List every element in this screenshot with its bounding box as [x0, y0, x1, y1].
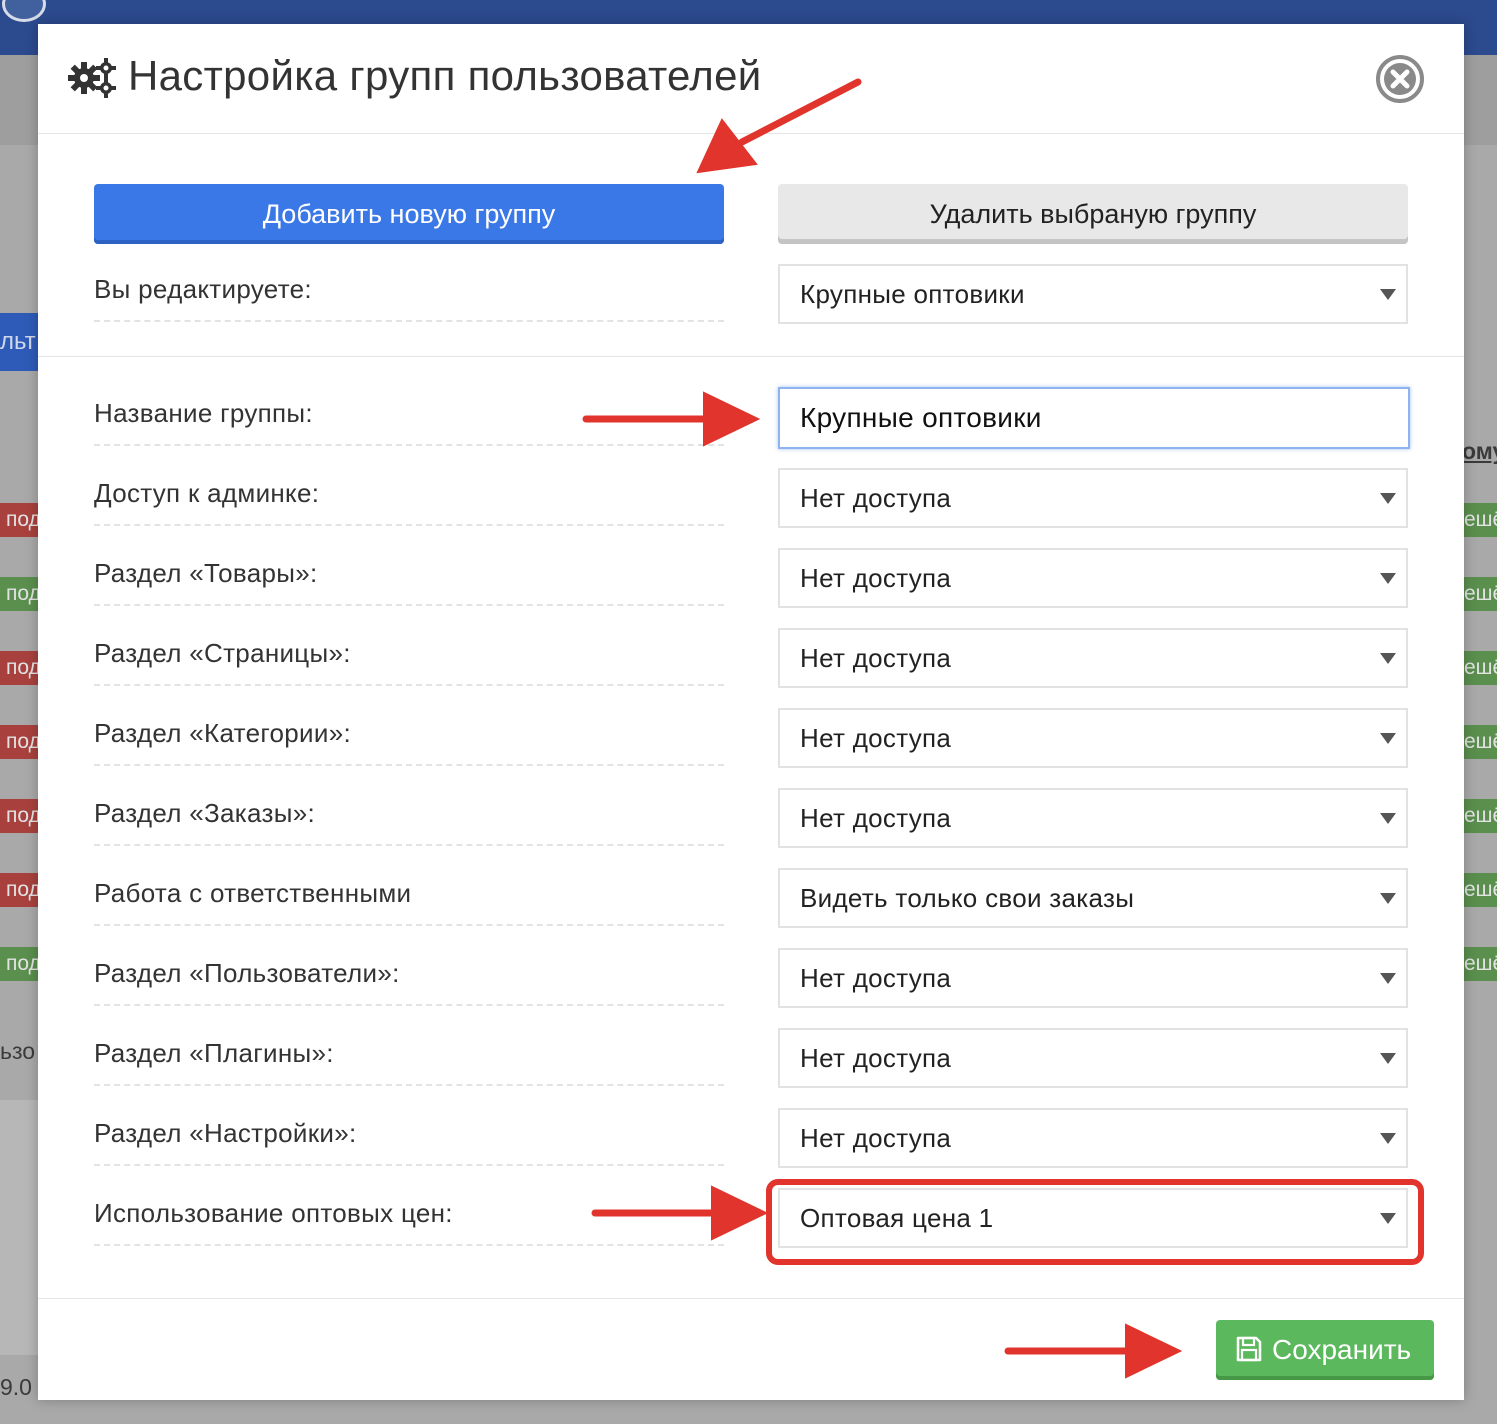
select-value: Нет доступа — [800, 483, 952, 513]
background-tag: подт — [0, 577, 40, 611]
orders-section-label: Раздел «Заказы»: — [94, 790, 724, 846]
background-tag: под — [0, 725, 40, 759]
select-value: Видеть только свои заказы — [800, 883, 1135, 913]
add-group-button[interactable]: Добавить новую группу — [94, 184, 724, 244]
pages-section-select[interactable]: Нет доступа — [778, 628, 1408, 688]
products-section-select[interactable]: Нет доступа — [778, 548, 1408, 608]
responsibles-select[interactable]: Видеть только свои заказы — [778, 868, 1408, 928]
background-left-button: льт — [0, 313, 40, 371]
orders-section-select[interactable]: Нет доступа — [778, 788, 1408, 848]
group-name-label: Название группы: — [94, 390, 724, 446]
background-footer — [0, 1100, 40, 1355]
footer-divider — [38, 1298, 1464, 1299]
chevron-down-icon — [1380, 813, 1396, 824]
wholesale-prices-label: Использование оптовых цен: — [94, 1190, 724, 1246]
save-button-label: Сохранить — [1272, 1334, 1412, 1365]
chevron-down-icon — [1380, 973, 1396, 984]
plugins-section-select[interactable]: Нет доступа — [778, 1028, 1408, 1088]
select-value: Нет доступа — [800, 1123, 952, 1153]
background-tag: ешё — [1460, 577, 1497, 611]
group-name-input[interactable] — [778, 387, 1410, 449]
gears-icon — [68, 58, 116, 98]
editing-label: Вы редактируете: — [94, 266, 724, 322]
chevron-down-icon — [1380, 493, 1396, 504]
section-divider — [38, 356, 1464, 357]
categories-section-label: Раздел «Категории»: — [94, 710, 724, 766]
background-tag: под — [0, 503, 40, 537]
background-tag: ешё — [1460, 503, 1497, 537]
chevron-down-icon — [1380, 733, 1396, 744]
background-column-header: ому — [1462, 438, 1497, 464]
background-tag: под — [0, 799, 40, 833]
background-tag: под — [0, 873, 40, 907]
chevron-down-icon — [1380, 1053, 1396, 1064]
select-value: Нет доступа — [800, 1043, 952, 1073]
editing-group-select[interactable]: Крупные оптовики — [778, 264, 1408, 324]
background-tag: ешё — [1460, 725, 1497, 759]
save-button[interactable]: Сохранить — [1216, 1320, 1434, 1380]
close-icon[interactable] — [1375, 54, 1425, 104]
background-tag: под — [0, 651, 40, 685]
chevron-down-icon — [1380, 1133, 1396, 1144]
floppy-disk-icon — [1236, 1336, 1262, 1362]
chevron-down-icon — [1380, 653, 1396, 664]
chevron-down-icon — [1380, 893, 1396, 904]
select-value: Нет доступа — [800, 803, 952, 833]
annotation-highlight-box — [766, 1179, 1424, 1265]
users-section-select[interactable]: Нет доступа — [778, 948, 1408, 1008]
responsibles-label: Работа с ответственными — [94, 870, 724, 926]
editing-group-value: Крупные оптовики — [800, 279, 1025, 309]
select-value: Нет доступа — [800, 643, 952, 673]
dialog-title: Настройка групп пользователей — [128, 52, 762, 99]
chevron-down-icon — [1380, 289, 1396, 300]
users-section-label: Раздел «Пользователи»: — [94, 950, 724, 1006]
select-value: Нет доступа — [800, 563, 952, 593]
dialog-header: Настройка групп пользователей — [38, 24, 1464, 134]
background-tag: ешё — [1460, 873, 1497, 907]
products-section-label: Раздел «Товары»: — [94, 550, 724, 606]
settings-section-select[interactable]: Нет доступа — [778, 1108, 1408, 1168]
background-tag: ешё — [1460, 651, 1497, 685]
admin-access-select[interactable]: Нет доступа — [778, 468, 1408, 528]
chat-icon — [2, 0, 46, 22]
plugins-section-label: Раздел «Плагины»: — [94, 1030, 724, 1086]
settings-section-label: Раздел «Настройки»: — [94, 1110, 724, 1166]
select-value: Нет доступа — [800, 963, 952, 993]
select-value: Нет доступа — [800, 723, 952, 753]
user-groups-dialog: Настройка групп пользователей Добавить н… — [38, 24, 1464, 1400]
pages-section-label: Раздел «Страницы»: — [94, 630, 724, 686]
background-tag: ешё — [1460, 799, 1497, 833]
delete-group-button[interactable]: Удалить выбраную группу — [778, 184, 1408, 244]
background-tag: ешё — [1460, 947, 1497, 981]
admin-access-label: Доступ к админке: — [94, 470, 724, 526]
version-text: 9.0 — [0, 1374, 32, 1400]
background-text: ьзо — [0, 1038, 36, 1064]
background-tag: подт — [0, 947, 40, 981]
chevron-down-icon — [1380, 573, 1396, 584]
categories-section-select[interactable]: Нет доступа — [778, 708, 1408, 768]
